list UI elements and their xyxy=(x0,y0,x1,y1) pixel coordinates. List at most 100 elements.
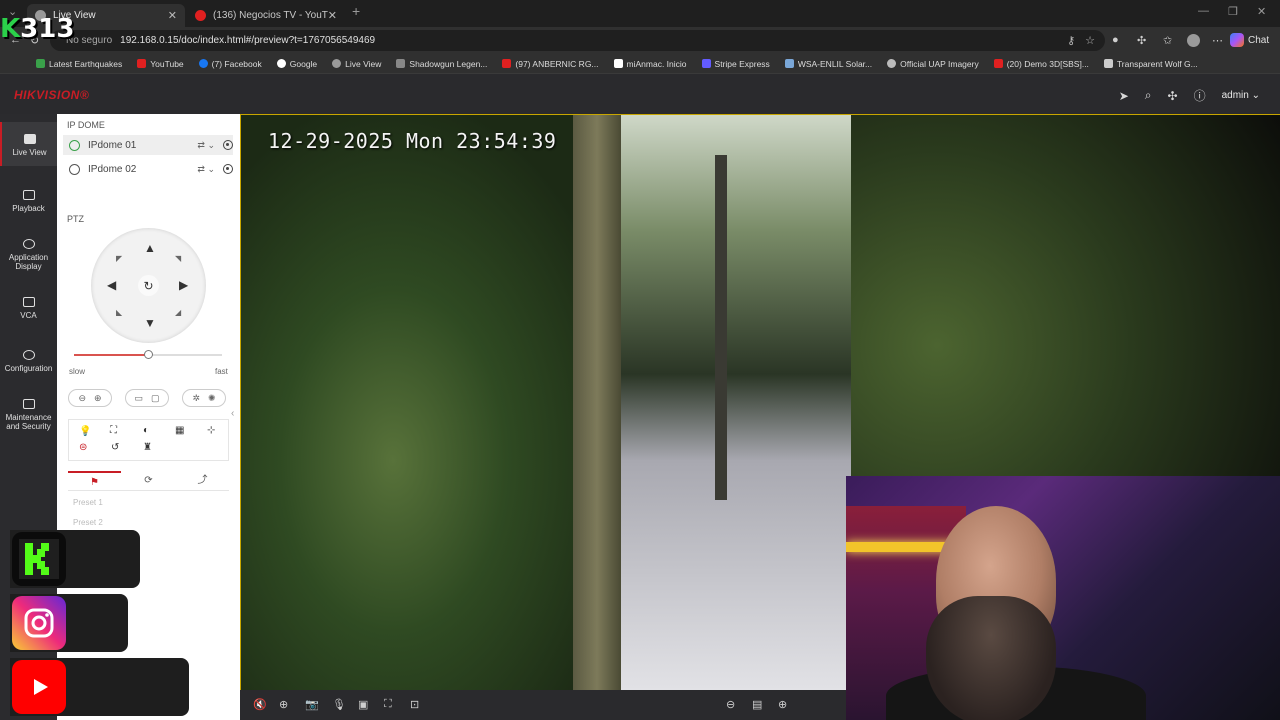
copilot-icon xyxy=(1230,33,1244,47)
search-icon[interactable]: ⌕ xyxy=(1145,88,1152,103)
bookmark-star-icon[interactable]: ☆ xyxy=(1085,34,1095,47)
profile-avatar[interactable] xyxy=(1187,34,1200,47)
ptz-speed-slider[interactable] xyxy=(74,350,222,359)
osd-timestamp: 12-29-2025 Mon 23:54:39 xyxy=(268,129,557,153)
zoom-controls[interactable]: ⊖ ⊕ xyxy=(68,389,112,407)
next-page-icon[interactable]: ⊕ xyxy=(778,698,787,711)
preset-item[interactable]: Preset 2 xyxy=(73,518,103,527)
nav-live-view[interactable]: Live View xyxy=(0,122,57,166)
video-toolbar: 🔇 ⊕ 📷 🎙 ▣ ⛶ ⊡ ⊖ ▤ ⊕ xyxy=(240,690,846,720)
bookmark-item[interactable]: Transparent Wolf G... xyxy=(1103,59,1198,69)
new-tab-button[interactable]: + xyxy=(352,3,360,19)
lens-init-icon[interactable]: ↺ xyxy=(111,442,119,453)
bookmark-item[interactable]: (97) ANBERNIC RG... xyxy=(502,59,599,69)
tab-youtube[interactable]: (136) Negocios TV - YouTube ✕ xyxy=(187,4,345,27)
record-icon[interactable] xyxy=(223,164,233,174)
capture-icon[interactable]: 📷 xyxy=(305,698,319,711)
key-icon[interactable]: ⚷ xyxy=(1067,34,1075,47)
bookmark-item[interactable]: Stripe Express xyxy=(701,59,770,69)
tab-pattern[interactable]: ⤴ xyxy=(176,471,229,491)
favorites-icon[interactable]: ✩ xyxy=(1163,34,1172,47)
light-icon[interactable]: 💡 xyxy=(79,426,91,437)
nav-playback[interactable]: Playback xyxy=(0,190,57,213)
ptz-direction-pad[interactable]: ▲ ▼ ◀ ▶ ◤ ◥ ◣ ◢ ↻ xyxy=(91,228,206,343)
camera-item[interactable]: IPdome 01 ⇄ ⌄ xyxy=(63,135,233,155)
bookmark-icon xyxy=(332,59,342,68)
focus-near-icon[interactable]: ▭ xyxy=(134,393,143,404)
wiper-icon[interactable]: ◐ xyxy=(143,425,149,436)
zoom-out-icon[interactable]: ⊖ xyxy=(78,393,86,404)
puzzle-icon[interactable]: ✣ xyxy=(1137,34,1146,47)
puzzle-icon[interactable]: ✣ xyxy=(1168,89,1178,103)
slider-fill xyxy=(74,354,148,356)
bookmark-icon xyxy=(276,59,286,68)
layout-icon[interactable]: ▤ xyxy=(752,698,762,711)
grid-icon[interactable]: ▦ xyxy=(175,425,184,436)
slider-knob[interactable] xyxy=(144,350,153,359)
focus-area-icon[interactable]: ⊡ xyxy=(410,698,419,711)
user-menu[interactable]: admin ⌄ xyxy=(1222,90,1260,101)
send-icon[interactable]: ➤ xyxy=(1119,89,1129,103)
focus-controls[interactable]: ▭ ▢ xyxy=(125,389,169,407)
bookmark-item[interactable]: Latest Earthquakes xyxy=(36,59,122,69)
camera-item[interactable]: IPdome 02 ⇄ ⌄ xyxy=(63,159,233,179)
ptz-up-icon[interactable]: ▲ xyxy=(144,241,156,255)
tab-patrol[interactable]: ⟳ xyxy=(122,471,175,491)
ptz-down-left-icon[interactable]: ◣ xyxy=(116,308,122,317)
ptz-up-right-icon[interactable]: ◥ xyxy=(175,254,181,263)
zoom-in-icon[interactable]: ⊕ xyxy=(94,393,102,404)
focus-far-icon[interactable]: ▢ xyxy=(151,393,160,404)
record-clip-icon[interactable]: ▣ xyxy=(358,698,368,711)
url-input[interactable]: No seguro 192.168.0.15/doc/index.html#/p… xyxy=(50,30,1105,51)
bookmark-icon xyxy=(137,59,147,68)
previous-page-icon[interactable]: ⊖ xyxy=(726,698,735,711)
fullscreen-icon[interactable]: ⛶ xyxy=(110,425,117,436)
3d-position-icon[interactable]: ⊜ xyxy=(79,442,87,453)
ptz-up-left-icon[interactable]: ◤ xyxy=(116,254,122,263)
bookmark-item[interactable]: (20) Demo 3D[SBS]... xyxy=(993,59,1089,69)
bookmark-item[interactable]: Live View xyxy=(332,59,381,69)
close-tab-icon[interactable]: ✕ xyxy=(328,9,337,22)
digital-zoom-icon[interactable]: ⊕ xyxy=(279,698,288,711)
extension-icon[interactable]: ● xyxy=(1112,34,1119,46)
menu-dots-icon[interactable]: ⋯ xyxy=(1212,34,1223,47)
video-pole xyxy=(573,115,621,690)
bookmark-item[interactable]: Shadowgun Legen... xyxy=(396,59,487,69)
minimize-icon[interactable]: — xyxy=(1198,5,1209,17)
stream-select-icon[interactable]: ⇄ ⌄ xyxy=(197,164,215,175)
nav-configuration[interactable]: Configuration xyxy=(0,350,57,373)
collapse-panel-icon[interactable]: ‹ xyxy=(231,408,234,419)
ptz-left-icon[interactable]: ◀ xyxy=(107,278,116,292)
preset-item[interactable]: Preset 1 xyxy=(73,498,103,507)
close-tab-icon[interactable]: ✕ xyxy=(168,9,177,22)
record-icon[interactable] xyxy=(223,140,233,150)
tab-preset[interactable]: ⚑ xyxy=(68,471,121,491)
window-fit-icon[interactable]: ⛶ xyxy=(384,698,392,711)
info-icon[interactable]: ⓘ xyxy=(1194,87,1206,104)
bookmark-item[interactable]: Google xyxy=(276,59,317,69)
ptz-auto-rotate-icon[interactable]: ↻ xyxy=(138,275,159,296)
manual-tracking-icon[interactable]: ⊹ xyxy=(207,425,215,436)
chat-button[interactable]: Chat xyxy=(1230,31,1269,49)
close-window-icon[interactable]: ✕ xyxy=(1257,5,1266,18)
iris-open-icon[interactable]: ✺ xyxy=(208,393,216,404)
bookmark-item[interactable]: miAnmac. Inicio xyxy=(613,59,687,69)
webcam-beard xyxy=(926,596,1056,720)
stream-select-icon[interactable]: ⇄ ⌄ xyxy=(197,140,215,151)
audio-icon[interactable]: 🔇 xyxy=(253,698,267,711)
nav-application-display[interactable]: Application Display xyxy=(0,239,57,271)
ptz-down-right-icon[interactable]: ◢ xyxy=(175,308,181,317)
maximize-icon[interactable]: ❐ xyxy=(1228,5,1238,18)
nav-maintenance[interactable]: Maintenance and Security xyxy=(0,399,57,431)
bookmark-item[interactable]: WSA-ENLIL Solar... xyxy=(784,59,872,69)
bookmark-item[interactable]: Official UAP Imagery xyxy=(887,59,979,69)
park-icon[interactable]: ♜ xyxy=(143,442,152,453)
bookmark-item[interactable]: (7) Facebook xyxy=(198,59,262,69)
bookmark-item[interactable]: YouTube xyxy=(137,59,184,69)
iris-controls[interactable]: ✲ ✺ xyxy=(182,389,226,407)
ptz-right-icon[interactable]: ▶ xyxy=(179,278,188,292)
ptz-down-icon[interactable]: ▼ xyxy=(144,316,156,330)
microphone-icon[interactable]: 🎙 xyxy=(332,698,346,711)
iris-close-icon[interactable]: ✲ xyxy=(192,393,200,404)
nav-vca[interactable]: VCA xyxy=(0,297,57,320)
